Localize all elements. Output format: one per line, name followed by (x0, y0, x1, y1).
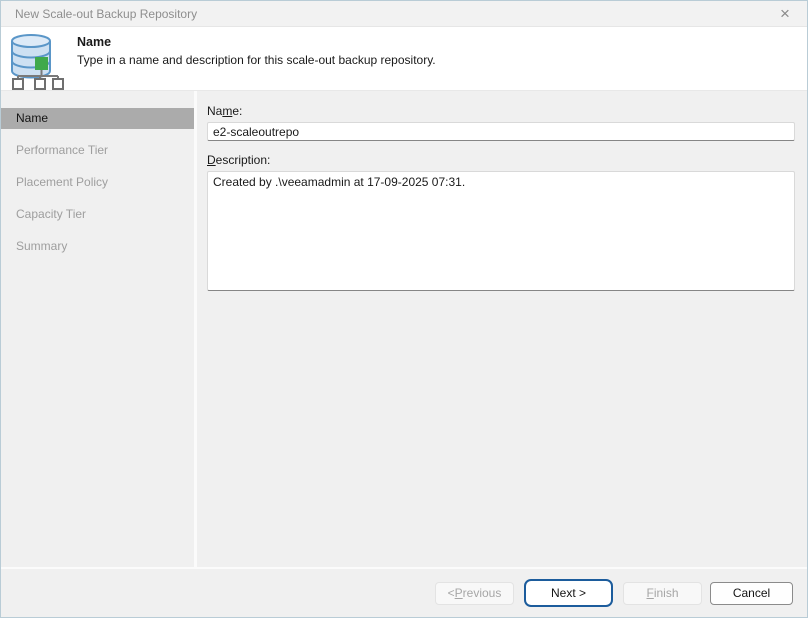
close-icon[interactable]: × (773, 5, 797, 22)
name-input[interactable] (207, 122, 795, 141)
title-bar: New Scale-out Backup Repository × (1, 1, 807, 27)
finish-label-post: inish (654, 586, 679, 600)
page-subtitle: Type in a name and description for this … (77, 53, 436, 67)
wizard-steps-sidebar: Name Performance Tier Placement Policy C… (1, 91, 194, 567)
wizard-footer: < Previous Next > Finish Cancel (1, 567, 807, 617)
previous-button: < Previous (435, 582, 514, 605)
name-label-post: e: (232, 104, 242, 118)
step-capacity-tier[interactable]: Capacity Tier (1, 204, 194, 225)
description-label: Description: (207, 153, 795, 167)
step-name[interactable]: Name (1, 108, 194, 129)
step-performance-tier[interactable]: Performance Tier (1, 140, 194, 161)
new-scale-out-backup-repository-wizard: New Scale-out Backup Repository × Name T… (0, 0, 808, 618)
form-panel: Name: Description: Created by .\veeamadm… (197, 91, 807, 567)
name-label-pre: Na (207, 104, 222, 118)
cancel-button[interactable]: Cancel (710, 582, 793, 605)
description-label-post: escription: (216, 153, 271, 167)
step-placement-policy[interactable]: Placement Policy (1, 172, 194, 193)
name-label-mnemonic: m (222, 104, 232, 118)
scale-out-repository-icon (9, 32, 65, 90)
description-label-mnemonic: D (207, 153, 216, 167)
window-title: New Scale-out Backup Repository (15, 7, 773, 21)
name-label: Name: (207, 104, 795, 118)
previous-label-post: revious (463, 586, 502, 600)
finish-button: Finish (623, 582, 702, 605)
step-summary[interactable]: Summary (1, 236, 194, 257)
wizard-header-text: Name Type in a name and description for … (77, 32, 436, 67)
next-button[interactable]: Next > (524, 579, 613, 607)
previous-label-mnemonic: P (455, 586, 463, 600)
wizard-header: Name Type in a name and description for … (1, 27, 807, 91)
previous-label-pre: < (448, 586, 455, 600)
finish-label-mnemonic: F (646, 586, 653, 600)
page-title: Name (77, 35, 436, 49)
wizard-body: Name Performance Tier Placement Policy C… (1, 91, 807, 567)
description-input[interactable]: Created by .\veeamadmin at 17-09-2025 07… (207, 171, 795, 291)
